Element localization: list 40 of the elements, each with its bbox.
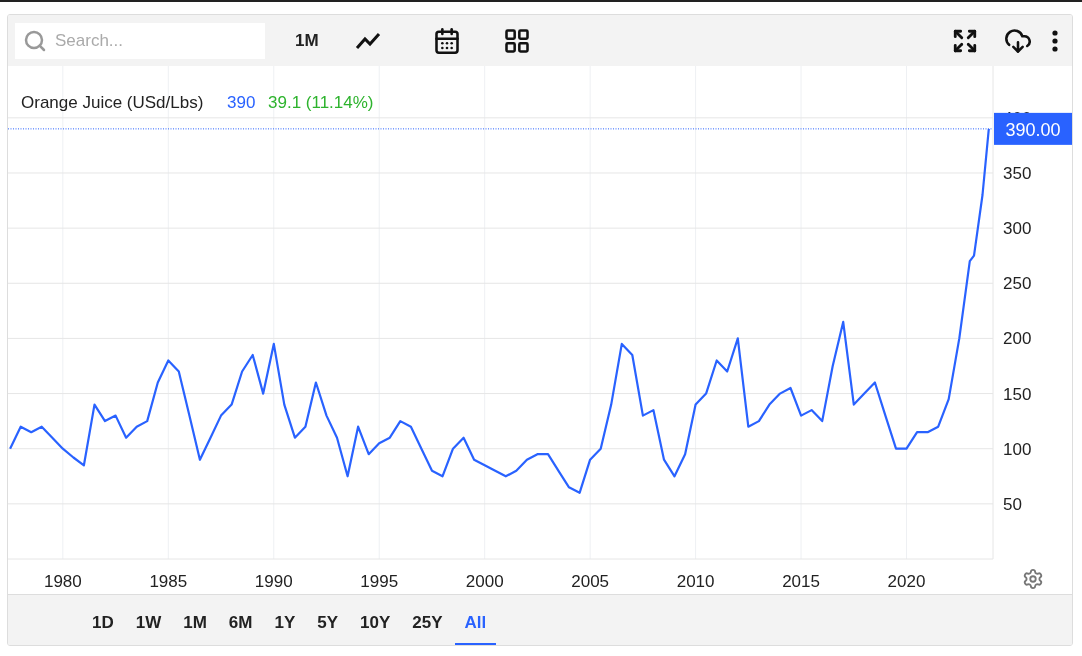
grid-icon (502, 26, 531, 55)
y-axis-label: 350 (1003, 164, 1032, 183)
y-axis-label: 100 (1003, 439, 1032, 459)
search-icon (23, 28, 47, 53)
y-axis-label: 300 (1003, 219, 1032, 239)
range-tab[interactable]: 1Y (264, 595, 306, 645)
y-axis-label: 50 (1003, 494, 1022, 514)
range-tab[interactable]: All (454, 595, 497, 645)
range-tab[interactable]: 1M (173, 595, 217, 645)
range-tab[interactable]: 25Y (402, 595, 453, 645)
expand-icon (952, 27, 978, 54)
search-field[interactable]: Search... (15, 22, 265, 59)
range-tab[interactable]: 6M (218, 595, 263, 645)
x-axis-label: 1980 (43, 572, 82, 591)
range-tab[interactable]: 5Y (307, 595, 349, 645)
settings-icon[interactable] (1022, 568, 1044, 590)
cloud-download-icon (1004, 26, 1032, 55)
x-axis-label: 2020 (887, 572, 926, 591)
range-tab[interactable]: 1W (125, 595, 172, 645)
y-axis-label: 250 (1003, 274, 1032, 294)
range-tab[interactable]: 10Y (350, 595, 401, 645)
interval-button[interactable]: 1M (289, 24, 325, 57)
legend-change: 39.1 (11.14%) (268, 93, 374, 112)
more-icon (1052, 29, 1058, 52)
legend-title: Orange Juice (USd/Lbs) (21, 93, 204, 112)
x-axis-label: 2015 (782, 572, 820, 591)
zigzag-line-icon (354, 30, 381, 51)
legend-value: 390 (227, 93, 256, 112)
x-axis-label: 1995 (360, 572, 399, 591)
ref-line-label: 390.00 (1005, 119, 1061, 140)
y-axis-label: 200 (1003, 329, 1032, 349)
x-axis-label: 2000 (465, 572, 504, 591)
x-axis-label: 2005 (571, 572, 610, 591)
price-tag: 390.00 (994, 112, 1072, 145)
y-axis-label: 150 (1003, 384, 1032, 404)
x-axis-label: 1985 (149, 572, 188, 591)
x-axis-label: 1990 (254, 572, 293, 591)
x-axis-label: 2010 (676, 572, 715, 591)
range-tab[interactable]: 1D (82, 595, 124, 645)
calendar-icon (432, 26, 461, 55)
